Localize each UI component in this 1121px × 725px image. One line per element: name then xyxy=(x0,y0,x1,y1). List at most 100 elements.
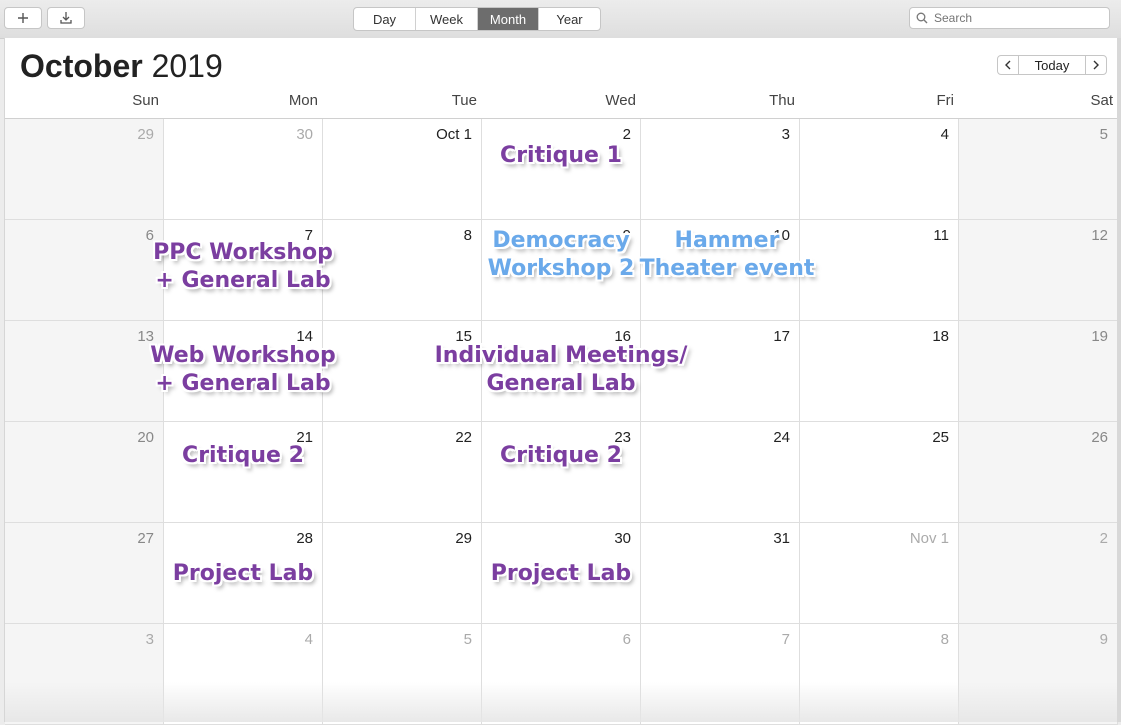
event-label[interactable]: Critique 2 xyxy=(431,442,691,470)
event-label[interactable]: Hammer Theater event xyxy=(597,227,857,283)
day-number: 7 xyxy=(781,631,790,648)
event-label-line: Individual Meetings/ xyxy=(434,343,688,368)
event-label-line: + General Lab xyxy=(155,371,331,396)
chevron-left-icon xyxy=(1005,60,1011,70)
window-edge xyxy=(1117,38,1121,722)
event-label-line: Hammer xyxy=(674,228,780,253)
day-number: 9 xyxy=(1099,631,1108,648)
day-cell[interactable]: Nov 1 xyxy=(800,523,959,624)
add-event-button[interactable] xyxy=(4,7,42,29)
view-week-button[interactable]: Week xyxy=(416,8,478,30)
event-label-line: Critique 2 xyxy=(500,443,622,468)
weekday-label-mon: Mon xyxy=(288,92,318,109)
day-number: 30 xyxy=(614,530,631,547)
day-number: 3 xyxy=(145,631,154,648)
day-number: 19 xyxy=(1091,328,1108,345)
view-year-button[interactable]: Year xyxy=(539,8,600,30)
day-cell[interactable]: 30 xyxy=(164,119,323,220)
calendar-panel: October 2019 Today Sun Mon Tue Wed Thu Fri Sat… xyxy=(4,38,1119,725)
day-number: 25 xyxy=(932,429,949,446)
day-cell[interactable]: 6 xyxy=(482,624,641,725)
weekday-label-thu: Thu xyxy=(769,92,795,109)
weekday-label-sat: Sat xyxy=(1090,92,1113,109)
search-box[interactable] xyxy=(909,7,1110,29)
day-cell[interactable]: 3 xyxy=(5,624,164,725)
event-label-line: General Lab xyxy=(486,371,636,396)
day-number: 31 xyxy=(773,530,790,547)
import-button[interactable] xyxy=(47,7,85,29)
day-cell[interactable]: 21 xyxy=(164,422,323,523)
weekday-label-tue: Tue xyxy=(451,92,477,109)
day-number: 5 xyxy=(1099,126,1108,143)
day-number: 17 xyxy=(773,328,790,345)
download-tray-icon xyxy=(60,12,72,24)
event-label-line: Project Lab xyxy=(490,561,632,586)
day-cell[interactable]: 8 xyxy=(800,624,959,725)
day-cell[interactable]: 18 xyxy=(800,321,959,422)
day-cell[interactable]: 26 xyxy=(959,422,1118,523)
view-month-button[interactable]: Month xyxy=(478,8,539,30)
day-cell[interactable]: 7 xyxy=(641,624,800,725)
month-grid: 29 30 Oct 1 2 3 4 5 6 7 8 9 10 11 12 13 14 15 16 17 18 19 20 2… xyxy=(5,118,1118,725)
view-day-button[interactable]: Day xyxy=(354,8,416,30)
event-label-line: Web Workshop xyxy=(150,343,336,368)
plus-icon xyxy=(18,13,28,23)
event-label-line: Project Lab xyxy=(172,561,314,586)
year-label: 2019 xyxy=(151,48,223,84)
month-label: October xyxy=(20,48,143,84)
event-label-line: Critique 2 xyxy=(182,443,304,468)
day-number: 30 xyxy=(296,126,313,143)
page-title: October 2019 xyxy=(20,48,223,85)
search-input[interactable] xyxy=(932,10,1106,26)
day-number: 4 xyxy=(304,631,313,648)
view-switcher: Day Week Month Year xyxy=(353,7,601,31)
event-label[interactable]: Critique 1 xyxy=(431,142,691,170)
day-cell[interactable]: 4 xyxy=(800,119,959,220)
search-icon xyxy=(916,12,928,24)
event-label[interactable]: Project Lab xyxy=(113,560,373,588)
day-number: 4 xyxy=(940,126,949,143)
weekday-label-fri: Fri xyxy=(936,92,955,109)
day-number: 27 xyxy=(137,530,154,547)
day-cell[interactable]: 23 xyxy=(482,422,641,523)
previous-month-button[interactable] xyxy=(997,55,1019,75)
day-cell[interactable]: 9 xyxy=(959,624,1118,725)
day-number: 24 xyxy=(773,429,790,446)
day-cell[interactable]: 20 xyxy=(5,422,164,523)
month-navigation: Today xyxy=(997,55,1107,75)
today-button[interactable]: Today xyxy=(1019,55,1085,75)
day-number: 3 xyxy=(781,126,790,143)
day-number: 28 xyxy=(296,530,313,547)
day-number: Oct 1 xyxy=(436,126,472,143)
day-number: 2 xyxy=(1099,530,1108,547)
event-label-line: + General Lab xyxy=(155,268,331,293)
day-cell[interactable]: 5 xyxy=(959,119,1118,220)
day-number: 29 xyxy=(137,126,154,143)
day-number: 12 xyxy=(1091,227,1108,244)
day-cell[interactable]: 22 xyxy=(323,422,482,523)
weekday-label-wed: Wed xyxy=(605,92,636,109)
day-cell[interactable]: 25 xyxy=(800,422,959,523)
event-label[interactable]: Critique 2 xyxy=(113,442,373,470)
day-number: 5 xyxy=(463,631,472,648)
next-month-button[interactable] xyxy=(1085,55,1107,75)
event-label[interactable]: Web Workshop + General Lab xyxy=(113,342,373,398)
day-number: 26 xyxy=(1091,429,1108,446)
event-label-line: PPC Workshop xyxy=(153,240,333,265)
day-cell[interactable]: 24 xyxy=(641,422,800,523)
day-number: 2 xyxy=(622,126,631,143)
day-number: 11 xyxy=(933,227,949,244)
day-cell[interactable]: 5 xyxy=(323,624,482,725)
event-label-line: Theater event xyxy=(639,256,815,281)
event-label[interactable]: Project Lab xyxy=(431,560,691,588)
day-number: 29 xyxy=(455,530,472,547)
event-label[interactable]: Individual Meetings/General Lab xyxy=(431,342,691,398)
day-cell[interactable]: 12 xyxy=(959,220,1118,321)
day-cell[interactable]: 29 xyxy=(5,119,164,220)
weekday-label-sun: Sun xyxy=(132,92,159,109)
event-label[interactable]: PPC Workshop + General Lab xyxy=(113,239,373,295)
day-cell[interactable]: 4 xyxy=(164,624,323,725)
event-label-line: Critique 1 xyxy=(500,143,622,168)
day-cell[interactable]: 19 xyxy=(959,321,1118,422)
day-cell[interactable]: 2 xyxy=(959,523,1118,624)
